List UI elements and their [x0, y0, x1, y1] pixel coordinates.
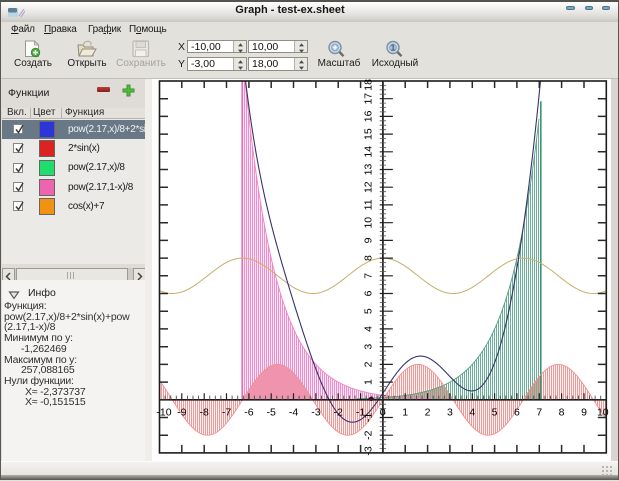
svg-text:7: 7 [363, 273, 375, 279]
svg-text:-5: -5 [267, 407, 276, 419]
svg-text:12: 12 [363, 181, 375, 193]
svg-text:15: 15 [363, 128, 375, 140]
svg-text:9: 9 [581, 407, 587, 419]
svg-text:10: 10 [363, 217, 375, 229]
svg-text:14: 14 [363, 146, 375, 158]
svg-text:7: 7 [536, 407, 542, 419]
svg-text:2: 2 [425, 407, 431, 419]
svg-text:-1: -1 [363, 413, 375, 422]
svg-text:1: 1 [391, 43, 396, 53]
svg-text:2: 2 [363, 361, 375, 367]
svg-text:10: 10 [597, 407, 609, 419]
svg-text:-3: -3 [363, 446, 375, 455]
svg-text:1: 1 [402, 407, 408, 419]
svg-text:6: 6 [514, 407, 520, 419]
svg-text:-4: -4 [289, 407, 298, 419]
svg-text:13: 13 [363, 164, 375, 176]
svg-text:11: 11 [363, 199, 375, 210]
svg-text:6: 6 [363, 290, 375, 296]
svg-text:8: 8 [559, 407, 565, 419]
svg-text:1: 1 [363, 379, 375, 385]
svg-text:-7: -7 [222, 407, 231, 419]
svg-text:16: 16 [363, 110, 375, 122]
svg-text:-2: -2 [334, 407, 343, 419]
svg-text:-3: -3 [311, 407, 320, 419]
svg-text:18: 18 [363, 79, 375, 91]
svg-text:17: 17 [363, 93, 375, 105]
svg-text:-9: -9 [177, 407, 186, 419]
svg-text:5: 5 [363, 308, 375, 314]
svg-text:5: 5 [492, 407, 498, 419]
svg-text:3: 3 [447, 407, 453, 419]
svg-text:4: 4 [469, 407, 475, 419]
svg-text:8: 8 [363, 255, 375, 261]
svg-text:-2: -2 [363, 430, 375, 439]
svg-text:3: 3 [363, 344, 375, 350]
svg-text:0: 0 [380, 407, 386, 419]
svg-text:4: 4 [363, 326, 375, 332]
svg-text:-6: -6 [244, 407, 253, 419]
svg-text:9: 9 [363, 237, 375, 243]
svg-text:-10: -10 [156, 407, 171, 419]
svg-text:-8: -8 [200, 407, 209, 419]
